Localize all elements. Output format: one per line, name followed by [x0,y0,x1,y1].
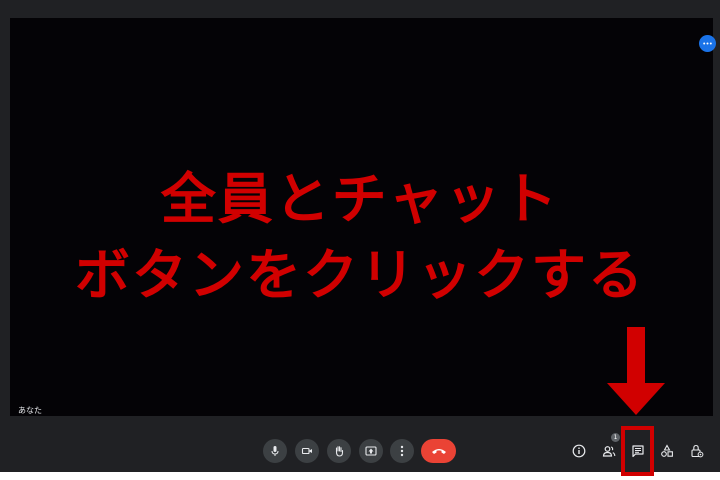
people-icon [602,446,616,457]
instruction-caption-line1: 全員とチャット [160,167,560,231]
meet-window: あなた 全員とチャット ボタンをクリックする 1 [0,0,720,476]
hang-up-button[interactable] [421,439,456,463]
activities-icon [661,444,673,457]
chat-button-highlight-box [621,426,654,476]
present-screen-icon [365,446,377,456]
raise-hand-button[interactable] [327,439,351,463]
participant-count-badge: 1 [611,433,620,442]
camera-button[interactable] [295,439,319,463]
more-options-icon [400,445,404,457]
raise-hand-icon [335,446,344,457]
mic-button[interactable] [263,439,287,463]
hang-up-icon [431,449,446,454]
camera-icon [301,447,312,455]
host-controls-icon [691,444,704,458]
more-horizontal-icon [703,42,712,45]
present-screen-button[interactable] [359,439,383,463]
instruction-caption-line2: ボタンをクリックする [74,243,645,307]
self-name-label: あなた [18,406,42,415]
activities-button[interactable] [657,441,677,461]
mic-icon [271,446,279,456]
down-arrow-annotation-icon [607,327,665,415]
tile-options-button[interactable] [699,35,716,52]
more-options-button[interactable] [390,439,414,463]
meeting-details-button[interactable] [569,441,589,461]
people-button[interactable] [599,441,619,461]
host-controls-button[interactable] [687,441,707,461]
info-icon [572,444,586,458]
